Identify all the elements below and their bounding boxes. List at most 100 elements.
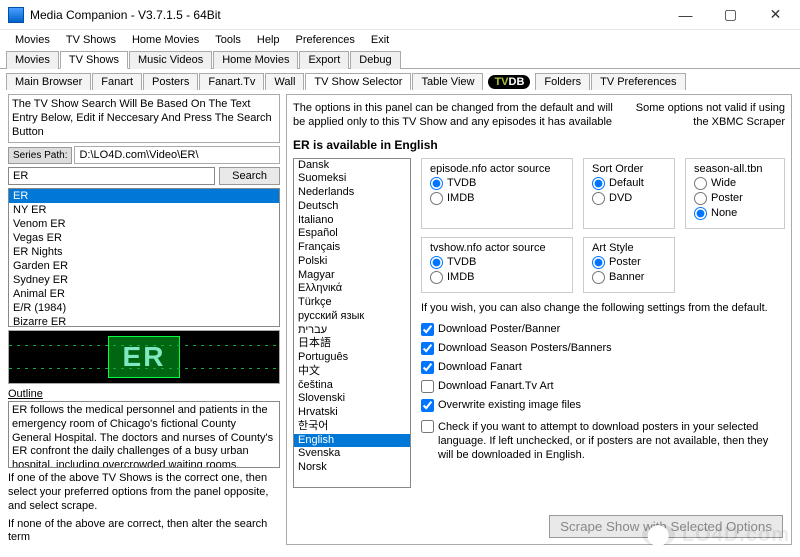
menu-item-exit[interactable]: Exit <box>364 32 396 48</box>
language-item[interactable]: עברית <box>294 324 410 338</box>
language-item[interactable]: Türkçe <box>294 296 410 310</box>
tab-export[interactable]: Export <box>299 51 349 69</box>
language-item[interactable]: English <box>294 434 410 448</box>
result-item[interactable]: Bizarre ER <box>9 315 279 327</box>
search-input[interactable] <box>8 167 215 185</box>
result-item[interactable]: ER <box>9 189 279 203</box>
language-item[interactable]: Magyar <box>294 269 410 283</box>
group-title: season-all.tbn <box>694 163 776 175</box>
language-item[interactable]: русский язык <box>294 310 410 324</box>
radio-season-all-wide[interactable]: Wide <box>694 177 776 190</box>
result-item[interactable]: Animal ER <box>9 287 279 301</box>
search-button[interactable]: Search <box>219 167 280 185</box>
language-item[interactable]: Nederlands <box>294 186 410 200</box>
result-item[interactable]: Vegas ER <box>9 231 279 245</box>
tab-tv-shows[interactable]: TV Shows <box>60 51 128 69</box>
radio-tvshow-source-imdb[interactable]: IMDB <box>430 271 564 284</box>
radio-tvshow-source-tvdb[interactable]: TVDB <box>430 256 564 269</box>
radio-episode-source-imdb[interactable]: IMDB <box>430 192 564 205</box>
menu-item-help[interactable]: Help <box>250 32 287 48</box>
subtab-folders[interactable]: Folders <box>535 73 590 90</box>
language-item[interactable]: Suomeksi <box>294 172 410 186</box>
subtab-fanart[interactable]: Fanart <box>92 73 142 90</box>
checkbox-input[interactable] <box>421 342 434 355</box>
radio-input[interactable] <box>592 256 605 269</box>
subtab-wall[interactable]: Wall <box>265 73 304 90</box>
result-item[interactable]: NY ER <box>9 203 279 217</box>
radio-input[interactable] <box>592 177 605 190</box>
language-item[interactable]: Français <box>294 241 410 255</box>
tvdb-icon[interactable]: TVDB <box>488 75 530 89</box>
tab-debug[interactable]: Debug <box>350 51 400 69</box>
menu-item-tools[interactable]: Tools <box>208 32 248 48</box>
menu-item-home-movies[interactable]: Home Movies <box>125 32 206 48</box>
radio-season-all-none[interactable]: None <box>694 207 776 220</box>
lang-posters-checkbox[interactable] <box>421 420 434 433</box>
radio-input[interactable] <box>430 177 443 190</box>
language-item[interactable]: 日本語 <box>294 337 410 351</box>
results-listbox[interactable]: ERNY ERVenom ERVegas ERER NightsGarden E… <box>8 188 280 327</box>
tab-music-videos[interactable]: Music Videos <box>129 51 212 69</box>
checkbox-overwrite-existing-image-files[interactable]: Overwrite existing image files <box>421 399 621 412</box>
radio-input[interactable] <box>592 271 605 284</box>
result-item[interactable]: Garden ER <box>9 259 279 273</box>
checkbox-input[interactable] <box>421 323 434 336</box>
subtab-table-view[interactable]: Table View <box>412 73 483 90</box>
language-item[interactable]: 中文 <box>294 365 410 379</box>
language-item[interactable]: Español <box>294 227 410 241</box>
language-item[interactable]: Slovenski <box>294 392 410 406</box>
language-item[interactable]: Português <box>294 351 410 365</box>
checkbox-input[interactable] <box>421 361 434 374</box>
language-item[interactable]: Deutsch <box>294 200 410 214</box>
checkbox-download-fanart-tv-art[interactable]: Download Fanart.Tv Art <box>421 380 621 393</box>
checkbox-download-season-posters-banners[interactable]: Download Season Posters/Banners <box>421 342 621 355</box>
radio-art-style-banner[interactable]: Banner <box>592 271 666 284</box>
result-item[interactable]: E/R (1984) <box>9 301 279 315</box>
language-item[interactable]: Ελληνικά <box>294 282 410 296</box>
language-item[interactable]: Italiano <box>294 214 410 228</box>
radio-input[interactable] <box>430 256 443 269</box>
language-item[interactable]: Hrvatski <box>294 406 410 420</box>
language-item[interactable]: Dansk <box>294 159 410 173</box>
radio-season-all-poster[interactable]: Poster <box>694 192 776 205</box>
language-item[interactable]: Norsk <box>294 461 410 475</box>
checkbox-input[interactable] <box>421 399 434 412</box>
menu-item-tv-shows[interactable]: TV Shows <box>59 32 123 48</box>
minimize-button[interactable]: — <box>663 1 708 29</box>
subtab-tv-preferences[interactable]: TV Preferences <box>591 73 685 90</box>
result-item[interactable]: ER Nights <box>9 245 279 259</box>
radio-input[interactable] <box>694 192 707 205</box>
checkbox-input[interactable] <box>421 380 434 393</box>
radio-sort-order-default[interactable]: Default <box>592 177 666 190</box>
radio-episode-source-tvdb[interactable]: TVDB <box>430 177 564 190</box>
radio-input[interactable] <box>430 192 443 205</box>
maximize-button[interactable]: ▢ <box>708 1 753 29</box>
language-item[interactable]: Svenska <box>294 447 410 461</box>
result-item[interactable]: Sydney ER <box>9 273 279 287</box>
tab-movies[interactable]: Movies <box>6 51 59 69</box>
close-button[interactable]: ✕ <box>753 1 798 29</box>
language-item[interactable]: Polski <box>294 255 410 269</box>
language-item[interactable]: čeština <box>294 379 410 393</box>
radio-label: TVDB <box>447 177 476 189</box>
lang-posters-label: Check if you want to attempt to download… <box>438 420 785 463</box>
subtab-fanart-tv[interactable]: Fanart.Tv <box>199 73 264 90</box>
subtab-tv-show-selector[interactable]: TV Show Selector <box>305 73 411 90</box>
language-item[interactable]: 한국어 <box>294 420 410 434</box>
scrape-button[interactable]: Scrape Show with Selected Options <box>549 515 783 538</box>
menu-item-movies[interactable]: Movies <box>8 32 57 48</box>
tab-home-movies[interactable]: Home Movies <box>213 51 298 69</box>
radio-input[interactable] <box>694 207 707 220</box>
subtab-main-browser[interactable]: Main Browser <box>6 73 91 90</box>
checkbox-download-fanart[interactable]: Download Fanart <box>421 361 621 374</box>
radio-input[interactable] <box>592 192 605 205</box>
radio-art-style-poster[interactable]: Poster <box>592 256 666 269</box>
result-item[interactable]: Venom ER <box>9 217 279 231</box>
subtab-posters[interactable]: Posters <box>143 73 198 90</box>
language-listbox[interactable]: DanskSuomeksiNederlandsDeutschItalianoEs… <box>293 158 411 488</box>
radio-sort-order-dvd[interactable]: DVD <box>592 192 666 205</box>
menu-item-preferences[interactable]: Preferences <box>289 32 362 48</box>
checkbox-download-poster-banner[interactable]: Download Poster/Banner <box>421 323 621 336</box>
radio-input[interactable] <box>694 177 707 190</box>
radio-input[interactable] <box>430 271 443 284</box>
